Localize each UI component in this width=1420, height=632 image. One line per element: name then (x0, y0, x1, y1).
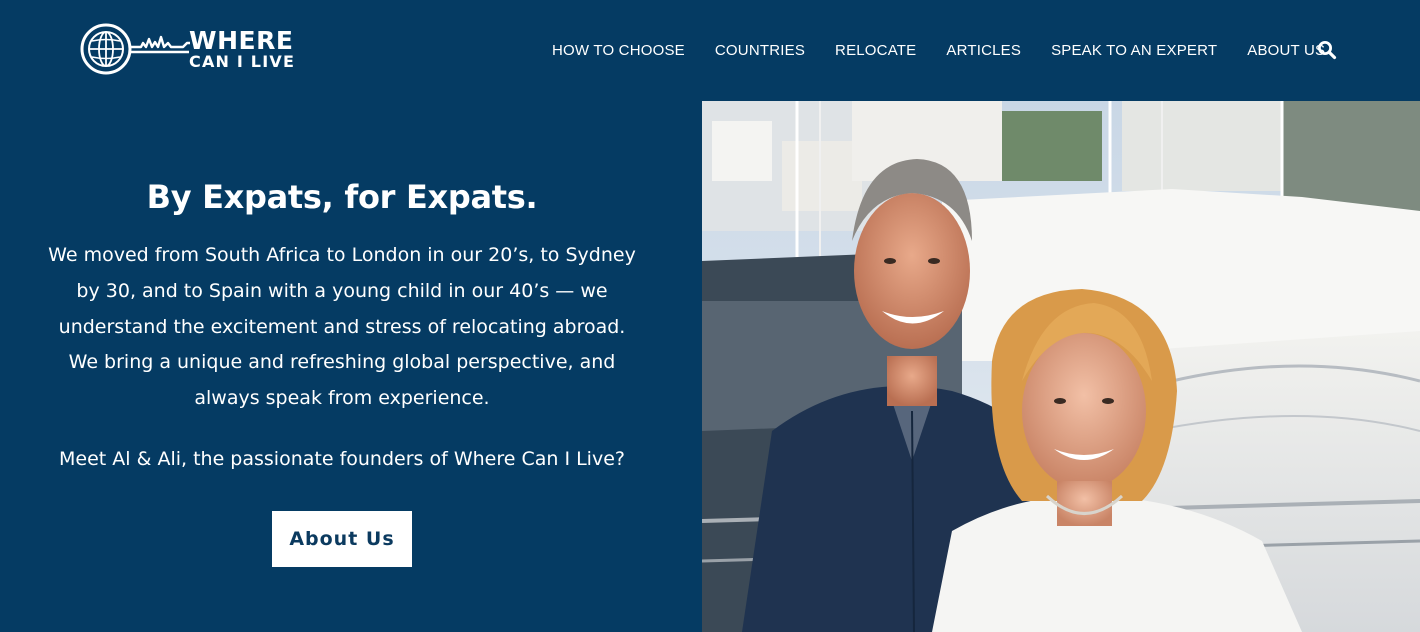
main-nav: HOW TO CHOOSE COUNTRIES RELOCATE ARTICLE… (552, 40, 1325, 60)
logo-line1: WHERE (189, 26, 294, 55)
nav-articles[interactable]: ARTICLES (946, 42, 1021, 59)
hero-meet-founders: Meet Al & Ali, the passionate founders o… (59, 448, 625, 470)
search-icon (1318, 41, 1337, 60)
logo-text: WHERE CAN I LIVE (189, 28, 295, 70)
nav-relocate[interactable]: RELOCATE (835, 42, 916, 59)
search-button[interactable] (1317, 40, 1337, 60)
site-header: WHERE CAN I LIVE HOW TO CHOOSE COUNTRIES… (0, 0, 1420, 101)
globe-key-icon (80, 23, 190, 75)
hero-section: By Expats, for Expats. We moved from Sou… (0, 101, 702, 632)
about-us-button[interactable]: About Us (272, 511, 412, 567)
founders-photo (702, 101, 1420, 632)
logo-line2: CAN I LIVE (189, 52, 296, 71)
nav-countries[interactable]: COUNTRIES (715, 42, 805, 59)
hero-title: By Expats, for Expats. (146, 178, 538, 216)
nav-speak-to-an-expert[interactable]: SPEAK TO AN EXPERT (1051, 42, 1217, 59)
site-logo[interactable]: WHERE CAN I LIVE (79, 21, 299, 77)
hero-body: We moved from South Africa to London in … (48, 244, 636, 410)
nav-about-us[interactable]: ABOUT US (1247, 42, 1325, 59)
nav-how-to-choose[interactable]: HOW TO CHOOSE (552, 42, 685, 59)
